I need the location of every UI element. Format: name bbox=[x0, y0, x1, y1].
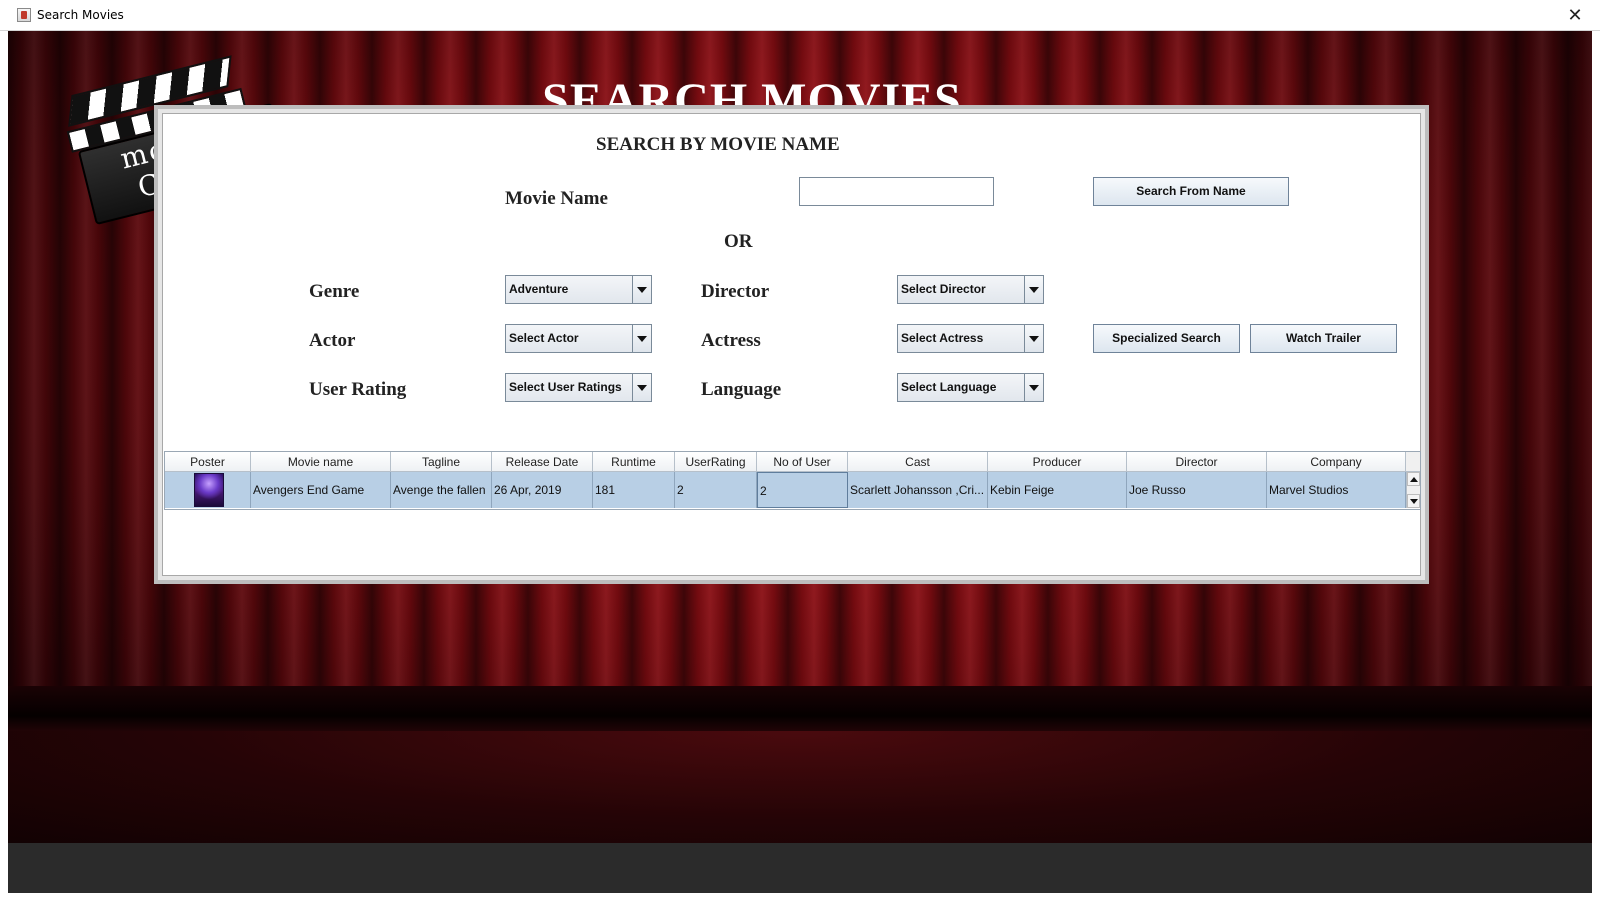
column-header-movie-name[interactable]: Movie name bbox=[251, 452, 391, 472]
table-header: Poster Movie name Tagline Release Date R… bbox=[165, 452, 1406, 472]
cell-release-date[interactable]: 26 Apr, 2019 bbox=[492, 472, 593, 508]
window-title-bar: Search Movies ✕ bbox=[0, 0, 1600, 31]
actress-dropdown[interactable]: Select Actress bbox=[897, 324, 1044, 353]
watch-trailer-button[interactable]: Watch Trailer bbox=[1250, 324, 1397, 353]
arrow-up-icon[interactable] bbox=[1407, 472, 1420, 486]
movie-name-label: Movie Name bbox=[505, 188, 608, 209]
actor-dropdown[interactable]: Select Actor bbox=[505, 324, 652, 353]
chevron-down-icon[interactable] bbox=[632, 276, 651, 303]
close-icon[interactable]: ✕ bbox=[1564, 3, 1586, 27]
cell-producer[interactable]: Kebin Feige bbox=[988, 472, 1127, 508]
or-label: OR bbox=[724, 231, 753, 252]
column-header-release-date[interactable]: Release Date bbox=[492, 452, 593, 472]
cell-user-rating[interactable]: 2 bbox=[675, 472, 757, 508]
stage-floor bbox=[8, 731, 1592, 843]
actor-label: Actor bbox=[309, 330, 356, 351]
user-rating-dropdown[interactable]: Select User Ratings bbox=[505, 373, 652, 402]
user-rating-dropdown-value: Select User Ratings bbox=[509, 380, 622, 394]
cell-tagline[interactable]: Avenge the fallen bbox=[391, 472, 492, 508]
chevron-down-icon[interactable] bbox=[1024, 374, 1043, 401]
movie-name-input[interactable] bbox=[799, 177, 994, 206]
genre-label: Genre bbox=[309, 281, 360, 302]
cell-movie-name[interactable]: Avengers End Game bbox=[251, 472, 391, 508]
column-header-director[interactable]: Director bbox=[1127, 452, 1267, 472]
arrow-down-icon[interactable] bbox=[1407, 494, 1420, 508]
column-header-tagline[interactable]: Tagline bbox=[391, 452, 492, 472]
cell-company[interactable]: Marvel Studios bbox=[1267, 472, 1406, 508]
genre-dropdown-value: Adventure bbox=[509, 282, 569, 296]
column-header-cast[interactable]: Cast bbox=[848, 452, 988, 472]
column-header-poster[interactable]: Poster bbox=[165, 452, 251, 472]
table-row[interactable]: Avengers End Game Avenge the fallen 26 A… bbox=[165, 472, 1406, 508]
window-title: Search Movies bbox=[37, 8, 124, 22]
language-dropdown-value: Select Language bbox=[901, 380, 997, 394]
bottom-band bbox=[8, 843, 1592, 893]
chevron-down-icon[interactable] bbox=[1024, 325, 1043, 352]
language-dropdown[interactable]: Select Language bbox=[897, 373, 1044, 402]
column-header-user-rating[interactable]: UserRating bbox=[675, 452, 757, 472]
poster-cell[interactable] bbox=[165, 472, 251, 508]
cell-no-of-user[interactable]: 2 bbox=[757, 472, 848, 508]
chevron-down-icon[interactable] bbox=[632, 374, 651, 401]
column-header-runtime[interactable]: Runtime bbox=[593, 452, 675, 472]
actress-label: Actress bbox=[701, 330, 761, 351]
column-header-no-of-user[interactable]: No of User bbox=[757, 452, 848, 472]
column-header-company[interactable]: Company bbox=[1267, 452, 1406, 472]
director-dropdown-value: Select Director bbox=[901, 282, 986, 296]
section-title-search-by-name: SEARCH BY MOVIE NAME bbox=[596, 134, 840, 155]
table-scroll-corner bbox=[1406, 452, 1420, 472]
table-vertical-scrollbar[interactable] bbox=[1406, 472, 1420, 508]
cell-runtime[interactable]: 181 bbox=[593, 472, 675, 508]
specialized-search-button[interactable]: Specialized Search bbox=[1093, 324, 1240, 353]
stage-edge bbox=[8, 686, 1592, 736]
column-header-producer[interactable]: Producer bbox=[988, 452, 1127, 472]
stage-background: movie CLUB SEARCH MOVIES SEARCH BY MOVIE… bbox=[8, 31, 1592, 893]
director-label: Director bbox=[701, 281, 770, 302]
chevron-down-icon[interactable] bbox=[1024, 276, 1043, 303]
actor-dropdown-value: Select Actor bbox=[509, 331, 579, 345]
search-panel: SEARCH BY MOVIE NAME Movie Name Search F… bbox=[154, 105, 1429, 584]
language-label: Language bbox=[701, 379, 782, 400]
chevron-down-icon[interactable] bbox=[632, 325, 651, 352]
cell-director[interactable]: Joe Russo bbox=[1127, 472, 1267, 508]
director-dropdown[interactable]: Select Director bbox=[897, 275, 1044, 304]
movie-poster-thumbnail bbox=[193, 473, 224, 507]
cell-cast[interactable]: Scarlett Johansson ,Cri... bbox=[848, 472, 988, 508]
user-rating-label: User Rating bbox=[309, 379, 407, 400]
results-table[interactable]: Poster Movie name Tagline Release Date R… bbox=[164, 451, 1421, 510]
actress-dropdown-value: Select Actress bbox=[901, 331, 984, 345]
search-from-name-button[interactable]: Search From Name bbox=[1093, 177, 1289, 206]
genre-dropdown[interactable]: Adventure bbox=[505, 275, 652, 304]
java-app-icon bbox=[17, 8, 31, 22]
